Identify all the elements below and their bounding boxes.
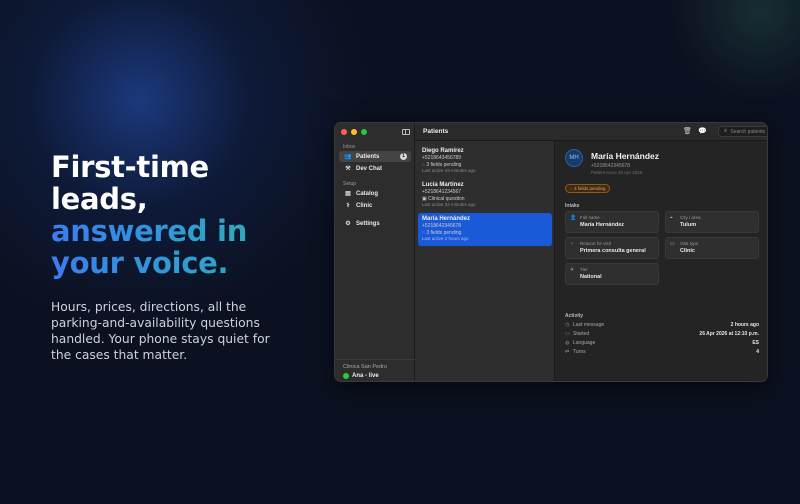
live-status-icon: [343, 373, 349, 379]
intake-card-tier: ✈ Tier National: [565, 263, 659, 285]
activity-value: 26 Apr 2026 at 12:10 p.m.: [699, 331, 759, 337]
sidebar-item-label: Catalog: [356, 190, 379, 197]
patient-last-active: Last active 2 hours ago: [422, 236, 469, 241]
sidebar-footer[interactable]: Clinica San Pedro Ana - live: [335, 359, 415, 381]
headline-line-2: leads,: [51, 182, 148, 216]
patient-phone: +5218643456789: [422, 155, 462, 161]
hammer-icon: ⚒: [345, 166, 351, 172]
chat-bubbles-icon[interactable]: 💬: [698, 127, 707, 135]
detail-name: María Hernández: [591, 151, 660, 161]
stethoscope-icon: ⚕: [346, 203, 350, 209]
globe-icon: ◍: [565, 340, 570, 346]
calendar-icon: ▭: [565, 331, 570, 337]
gear-icon: ⚙: [345, 221, 351, 227]
sidebar-toggle-icon[interactable]: [402, 129, 410, 135]
sidebar: Inbox 👥 Patients 1 ⚒ Dev Chat Setup ▤ Ca…: [335, 123, 415, 381]
activity-header: Activity: [565, 313, 584, 319]
intake-value: Clinic: [680, 248, 695, 254]
intake-card-visit-type: ▭ Visit type Clinic: [665, 237, 759, 259]
patient-phone: +5218642345678: [422, 223, 462, 229]
list-item[interactable]: María Hernández +5218642345678 ◌ 3 field…: [418, 213, 552, 246]
hero-headline: First-time leads, answered in your voice…: [51, 151, 311, 279]
toolbar: Patients 🗑 💬 ⌕ Search patients: [415, 123, 767, 141]
intake-header: Intake: [565, 203, 580, 209]
intake-card-city: ⌖ City / area Tulum: [665, 211, 759, 233]
intake-value: Tulum: [680, 222, 697, 228]
activity-value: ES: [752, 340, 759, 346]
activity-row: ▭ Started 26 Apr 2026 at 12:10 p.m.: [565, 331, 759, 339]
sidebar-item-catalog[interactable]: ▤ Catalog: [339, 188, 411, 199]
turns-icon: ⇄: [565, 349, 570, 355]
sidebar-item-label: Patients: [356, 153, 380, 160]
list-item[interactable]: Lucía Martínez +5218641234567 ▣ Clinical…: [418, 179, 552, 212]
sidebar-item-label: Settings: [356, 220, 380, 227]
sidebar-item-dev-chat[interactable]: ⚒ Dev Chat: [339, 163, 411, 174]
patient-last-active: Last active 19 minutes ago: [422, 168, 476, 173]
intake-card-full-name: 👤 Full name María Hernández: [565, 211, 659, 233]
people-icon: 👥: [344, 154, 352, 160]
sidebar-item-clinic[interactable]: ⚕ Clinic: [339, 200, 411, 211]
activity-row: ◷ Last message 2 hours ago: [565, 322, 759, 330]
clinic-icon: ▭: [670, 241, 675, 247]
trash-icon[interactable]: 🗑: [683, 127, 692, 135]
activity-value: 2 hours ago: [730, 322, 759, 328]
sidebar-item-label: Clinic: [356, 202, 373, 209]
avatar: MH: [565, 149, 583, 167]
clock-icon: ◷: [565, 322, 570, 328]
activity-label: Language: [573, 340, 596, 346]
search-input[interactable]: ⌕ Search patients: [718, 126, 767, 137]
activity-label: Last message: [573, 322, 605, 328]
patient-list: Diego Ramírez +5218643456789 ◌ 3 fields …: [415, 141, 555, 381]
patient-name: Diego Ramírez: [422, 148, 464, 154]
headline-line-3: answered in: [51, 215, 311, 247]
intake-value: María Hernández: [580, 222, 625, 228]
plane-icon: ✈: [570, 267, 575, 273]
activity-row: ◍ Language ES: [565, 340, 759, 348]
patients-count-badge: 1: [400, 153, 407, 160]
catalog-icon: ▤: [345, 191, 351, 197]
zoom-window-button[interactable]: [361, 129, 367, 135]
activity-label: Started: [573, 331, 590, 337]
patient-detail: MH María Hernández +5218642345678 Patien…: [555, 141, 767, 381]
minimize-window-button[interactable]: [351, 129, 357, 135]
sidebar-section-inbox: Inbox: [343, 144, 356, 150]
search-icon: ⌕: [724, 128, 728, 134]
chat-icon: ◔: [570, 241, 574, 247]
user-status-label: Ana - live: [352, 373, 379, 379]
intake-value: Primera consulta general: [580, 248, 646, 254]
detail-phone: +5218642345678: [591, 163, 631, 169]
patient-name: Lucía Martínez: [422, 182, 464, 188]
search-placeholder: Search patients: [730, 128, 766, 135]
intake-card-reason: ◔ Reason for visit Primera consulta gene…: [565, 237, 659, 259]
patient-phone: +5218641234567: [422, 189, 462, 195]
app-window: Inbox 👥 Patients 1 ⚒ Dev Chat Setup ▤ Ca…: [334, 122, 768, 382]
hero-section: First-time leads, answered in your voice…: [51, 151, 311, 363]
clinic-name: Clinica San Pedro: [343, 364, 388, 370]
patient-name: María Hernández: [422, 216, 471, 222]
activity-value: 4: [756, 349, 759, 355]
page-title: Patients: [423, 128, 449, 135]
activity-row: ⇄ Turns 4: [565, 349, 759, 357]
headline-line-4: your voice.: [51, 247, 311, 279]
status-badge: ◌ 3 fields pending: [565, 184, 611, 193]
hero-body: Hours, prices, directions, all the parki…: [51, 300, 270, 362]
window-controls: [341, 129, 367, 135]
sidebar-item-patients[interactable]: 👥 Patients 1: [339, 151, 411, 162]
location-icon: ⌖: [670, 215, 673, 221]
sidebar-section-setup: Setup: [343, 181, 357, 187]
activity-label: Turns: [573, 349, 586, 355]
user-status[interactable]: Ana - live: [343, 373, 379, 379]
sidebar-item-label: Dev Chat: [356, 165, 383, 172]
detail-since: Patient since 26 Apr 2026: [591, 170, 643, 175]
intake-value: National: [580, 274, 602, 280]
patient-last-active: Last active 33 minutes ago: [422, 202, 476, 207]
list-item[interactable]: Diego Ramírez +5218643456789 ◌ 3 fields …: [418, 145, 552, 178]
person-icon: 👤: [570, 215, 577, 221]
sidebar-item-settings[interactable]: ⚙ Settings: [339, 218, 411, 229]
headline-line-1: First-time: [51, 150, 209, 184]
close-window-button[interactable]: [341, 129, 347, 135]
